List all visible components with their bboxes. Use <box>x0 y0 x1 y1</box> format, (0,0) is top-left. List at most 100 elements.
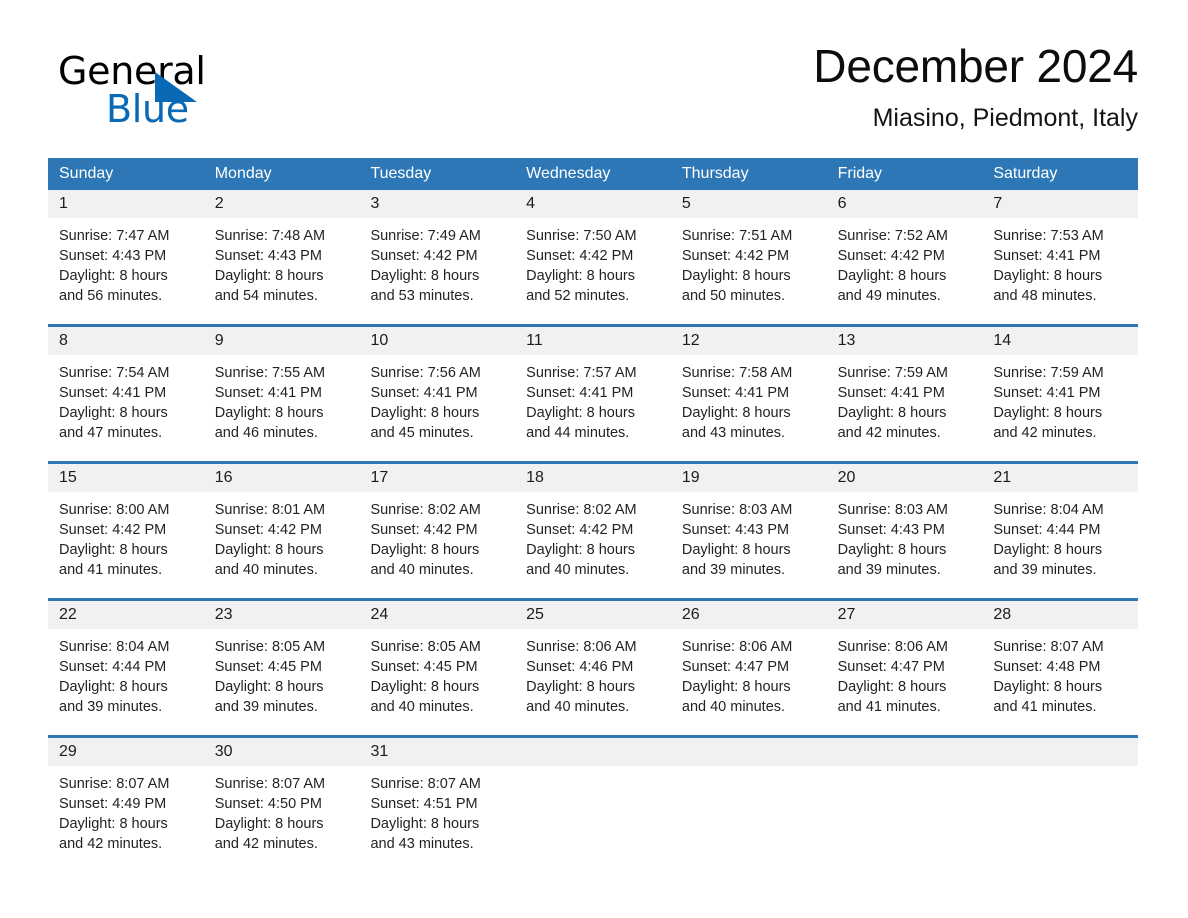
calendar-week-inner: 1 Sunrise: 7:47 AM Sunset: 4:43 PM Daylight… <box>48 190 1139 324</box>
calendar-day-cell[interactable]: 6 Sunrise: 7:52 AM Sunset: 4:42 PM Daylight… <box>826 190 983 324</box>
day-number-band: 27 <box>826 601 983 629</box>
calendar-day-cell[interactable]: 25 Sunrise: 8:06 AM Sunset: 4:46 PM Dayligh… <box>515 601 671 735</box>
calendar-table: Sunday Monday Tuesday Wednesday Thursday Frid… <box>48 158 1139 872</box>
calendar-week-row: 15 Sunrise: 8:00 AM Sunset: 4:42 PM Dayligh… <box>48 461 1139 598</box>
sunset-text: Sunset: 4:43 PM <box>59 248 167 264</box>
calendar-day-cell[interactable]: 10 Sunrise: 7:56 AM Sunset: 4:41 PM Dayligh… <box>359 327 516 461</box>
day-details: Sunrise: 8:07 AM Sunset: 4:49 PM Daylight:… <box>48 766 204 872</box>
day-details: Sunrise: 8:02 AM Sunset: 4:42 PM Daylight:… <box>515 492 671 598</box>
calendar-day-cell[interactable]: 15 Sunrise: 8:00 AM Sunset: 4:42 PM Dayligh… <box>48 464 204 598</box>
day-number: 20 <box>837 469 856 486</box>
day-number-band: 2 <box>203 190 360 218</box>
calendar-week-inner: 29 Sunrise: 8:07 AM Sunset: 4:49 PM Dayligh… <box>48 738 1139 872</box>
calendar-day-cell[interactable]: 11 Sunrise: 7:57 AM Sunset: 4:41 PM Dayligh… <box>515 327 671 461</box>
calendar-day-cell[interactable]: 17 Sunrise: 8:02 AM Sunset: 4:42 PM Dayligh… <box>359 464 516 598</box>
daylight-text: Daylight: 8 hours <box>214 542 324 558</box>
day-details: Sunrise: 8:06 AM Sunset: 4:46 PM Daylight:… <box>515 629 671 735</box>
calendar-day-cell[interactable]: 23 Sunrise: 8:05 AM Sunset: 4:45 PM Dayligh… <box>203 601 360 735</box>
day-number: 5 <box>681 195 691 212</box>
calendar-day-cell-empty <box>982 738 1139 872</box>
sunset-text: Sunset: 4:41 PM <box>214 385 322 401</box>
daylight-text: Daylight: 8 hours <box>993 268 1103 284</box>
day-number-band: 8 <box>48 327 204 355</box>
day-details: Sunrise: 8:06 AM Sunset: 4:47 PM Daylight:… <box>671 629 827 735</box>
day-details: Sunrise: 7:54 AM Sunset: 4:41 PM Daylight:… <box>48 355 204 461</box>
day-details: Sunrise: 8:03 AM Sunset: 4:43 PM Daylight:… <box>671 492 827 598</box>
calendar-weeks: 1 Sunrise: 7:47 AM Sunset: 4:43 PM Daylight… <box>48 190 1139 872</box>
day-number: 8 <box>59 332 68 349</box>
sunrise-text: Sunrise: 8:07 AM <box>214 776 326 792</box>
daylight-text-cont: and 44 minutes. <box>526 425 630 441</box>
daylight-text-cont: and 54 minutes. <box>214 288 318 304</box>
calendar-day-cell[interactable]: 9 Sunrise: 7:55 AM Sunset: 4:41 PM Daylight… <box>203 327 360 461</box>
sunset-text: Sunset: 4:41 PM <box>837 385 945 401</box>
calendar-day-cell[interactable]: 4 Sunrise: 7:50 AM Sunset: 4:42 PM Daylight… <box>515 190 671 324</box>
calendar-day-cell[interactable]: 28 Sunrise: 8:07 AM Sunset: 4:48 PM Dayligh… <box>982 601 1139 735</box>
daylight-text: Daylight: 8 hours <box>370 679 480 695</box>
day-number: 18 <box>526 469 544 486</box>
calendar-week-row: 29 Sunrise: 8:07 AM Sunset: 4:49 PM Dayligh… <box>48 735 1139 872</box>
sunrise-text: Sunrise: 7:51 AM <box>681 228 793 244</box>
sunset-text: Sunset: 4:48 PM <box>993 659 1101 675</box>
calendar-day-cell-empty <box>670 738 827 872</box>
daylight-text-cont: and 49 minutes. <box>837 288 941 304</box>
calendar-day-cell[interactable]: 31 Sunrise: 8:07 AM Sunset: 4:51 PM Dayligh… <box>359 738 516 872</box>
day-number-band: 4 <box>515 190 671 218</box>
calendar-day-cell[interactable]: 22 Sunrise: 8:04 AM Sunset: 4:44 PM Dayligh… <box>48 601 204 735</box>
day-number-band: 13 <box>826 327 983 355</box>
calendar-day-cell[interactable]: 18 Sunrise: 8:02 AM Sunset: 4:42 PM Dayligh… <box>515 464 671 598</box>
daylight-text-cont: and 39 minutes. <box>59 699 163 715</box>
day-number: 31 <box>370 743 389 760</box>
day-number-band: 19 <box>670 464 827 492</box>
calendar-day-cell[interactable]: 3 Sunrise: 7:49 AM Sunset: 4:42 PM Daylight… <box>359 190 516 324</box>
calendar-day-cell[interactable]: 2 Sunrise: 7:48 AM Sunset: 4:43 PM Daylight… <box>203 190 360 324</box>
daylight-text-cont: and 47 minutes. <box>59 425 163 441</box>
day-number: 22 <box>59 606 77 623</box>
day-number-band: 1 <box>48 190 204 218</box>
sunset-text: Sunset: 4:45 PM <box>214 659 322 675</box>
calendar-day-cell[interactable]: 5 Sunrise: 7:51 AM Sunset: 4:42 PM Daylight… <box>670 190 827 324</box>
sunset-text: Sunset: 4:41 PM <box>370 385 478 401</box>
daylight-text-cont: and 48 minutes. <box>993 288 1097 304</box>
day-details <box>515 766 671 872</box>
calendar-week-row: 1 Sunrise: 7:47 AM Sunset: 4:43 PM Daylight… <box>48 190 1139 324</box>
day-number-band: 30 <box>203 738 360 766</box>
sunset-text: Sunset: 4:42 PM <box>526 248 634 264</box>
daylight-text-cont: and 39 minutes. <box>214 699 318 715</box>
day-details: Sunrise: 8:06 AM Sunset: 4:47 PM Daylight:… <box>827 629 983 735</box>
daylight-text-cont: and 41 minutes. <box>837 699 941 715</box>
calendar-day-cell[interactable]: 30 Sunrise: 8:07 AM Sunset: 4:50 PM Dayligh… <box>203 738 360 872</box>
calendar-day-cell[interactable]: 16 Sunrise: 8:01 AM Sunset: 4:42 PM Dayligh… <box>203 464 360 598</box>
calendar-day-cell[interactable]: 8 Sunrise: 7:54 AM Sunset: 4:41 PM Daylight… <box>48 327 204 461</box>
calendar-day-cell[interactable]: 14 Sunrise: 7:59 AM Sunset: 4:41 PM Dayligh… <box>982 327 1139 461</box>
day-number-band: 24 <box>359 601 516 629</box>
calendar-day-cell[interactable]: 26 Sunrise: 8:06 AM Sunset: 4:47 PM Dayligh… <box>670 601 827 735</box>
calendar-day-cell[interactable]: 19 Sunrise: 8:03 AM Sunset: 4:43 PM Dayligh… <box>670 464 827 598</box>
daylight-text-cont: and 40 minutes. <box>370 562 474 578</box>
day-number: 28 <box>993 606 1012 623</box>
day-number-band: 26 <box>670 601 827 629</box>
calendar-day-cell[interactable]: 20 Sunrise: 8:03 AM Sunset: 4:43 PM Dayligh… <box>826 464 983 598</box>
day-details: Sunrise: 8:07 AM Sunset: 4:51 PM Daylight:… <box>359 766 515 872</box>
calendar-day-cell[interactable]: 24 Sunrise: 8:05 AM Sunset: 4:45 PM Dayligh… <box>359 601 516 735</box>
day-details: Sunrise: 7:59 AM Sunset: 4:41 PM Daylight:… <box>827 355 983 461</box>
calendar-day-cell[interactable]: 21 Sunrise: 8:04 AM Sunset: 4:44 PM Dayligh… <box>982 464 1139 598</box>
calendar-day-cell[interactable]: 13 Sunrise: 7:59 AM Sunset: 4:41 PM Dayligh… <box>826 327 983 461</box>
day-number-band: 10 <box>359 327 516 355</box>
daylight-text-cont: and 40 minutes. <box>681 699 786 715</box>
day-number: 25 <box>526 606 544 623</box>
day-details: Sunrise: 8:02 AM Sunset: 4:42 PM Daylight:… <box>359 492 515 598</box>
sunset-text: Sunset: 4:42 PM <box>214 522 322 538</box>
calendar-day-cell[interactable]: 7 Sunrise: 7:53 AM Sunset: 4:41 PM Daylight… <box>982 190 1139 324</box>
day-number-band: 14 <box>982 327 1139 355</box>
calendar-day-cell[interactable]: 1 Sunrise: 7:47 AM Sunset: 4:43 PM Daylight… <box>48 190 204 324</box>
calendar-day-cell[interactable]: 12 Sunrise: 7:58 AM Sunset: 4:41 PM Dayligh… <box>670 327 827 461</box>
daylight-text: Daylight: 8 hours <box>214 816 324 832</box>
generalblue-logo[interactable]: General Blue <box>58 52 298 136</box>
title-block: December 2024 Miasino, Piedmont, Italy <box>813 40 1138 133</box>
day-details: Sunrise: 7:59 AM Sunset: 4:41 PM Daylight:… <box>982 355 1138 461</box>
sunrise-text: Sunrise: 8:02 AM <box>370 502 481 518</box>
calendar-day-cell[interactable]: 27 Sunrise: 8:06 AM Sunset: 4:47 PM Dayligh… <box>826 601 983 735</box>
calendar-day-cell[interactable]: 29 Sunrise: 8:07 AM Sunset: 4:49 PM Dayligh… <box>48 738 204 872</box>
calendar-week-row: 8 Sunrise: 7:54 AM Sunset: 4:41 PM Daylight… <box>48 324 1139 461</box>
